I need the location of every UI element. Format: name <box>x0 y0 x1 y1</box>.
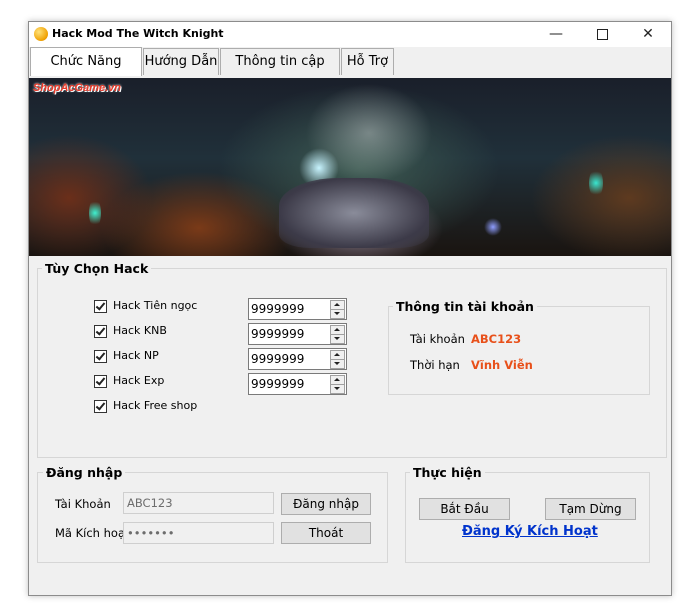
hack-options-title: Tùy Chọn Hack <box>42 261 152 276</box>
exp-spinner[interactable]: 9999999 <box>248 373 347 395</box>
window-title: Hack Mod The Witch Knight <box>52 27 224 40</box>
minimize-button[interactable]: — <box>533 22 579 47</box>
checkbox-hack-np[interactable] <box>94 350 107 363</box>
banner-glow <box>484 218 502 236</box>
app-window: Hack Mod The Witch Knight — ✕ Chức Năng … <box>28 21 672 596</box>
checkbox-label: Hack NP <box>113 349 159 362</box>
spinner-down-icon[interactable] <box>330 384 345 394</box>
banner-machine <box>279 178 429 248</box>
close-button[interactable]: ✕ <box>625 22 671 47</box>
activation-code-field[interactable]: ••••••• <box>123 522 274 544</box>
spinner-value: 9999999 <box>251 377 305 391</box>
checkbox-label: Hack Tiên ngọc <box>113 299 198 312</box>
spinner-value: 9999999 <box>251 302 305 316</box>
tab-bar: Chức Năng Chính Hướng Dẫn Thông tin cập … <box>29 47 671 97</box>
checkbox-hack-free-shop[interactable] <box>94 400 107 413</box>
tab-update-info[interactable]: Thông tin cập nhật <box>220 48 340 95</box>
banner-logo: ShopAcGame.vn <box>33 82 122 94</box>
account-info-group <box>388 306 650 395</box>
app-icon <box>34 27 48 41</box>
tien-ngoc-spinner[interactable]: 9999999 <box>248 298 347 320</box>
pause-button[interactable]: Tạm Dừng <box>545 498 636 520</box>
game-banner: ShopAcGame.vn <box>29 78 671 256</box>
spinner-value: 9999999 <box>251 327 305 341</box>
checkbox-label: Hack Exp <box>113 374 165 387</box>
spinner-down-icon[interactable] <box>330 359 345 369</box>
maximize-icon <box>596 28 608 40</box>
exit-button[interactable]: Thoát <box>281 522 371 544</box>
banner-glow <box>89 198 101 228</box>
login-button[interactable]: Đăng nhập <box>281 493 371 515</box>
tab-main-functions[interactable]: Chức Năng Chính <box>30 47 142 97</box>
knb-spinner[interactable]: 9999999 <box>248 323 347 345</box>
login-account-field[interactable]: ABC123 <box>123 492 274 514</box>
maximize-button[interactable] <box>579 22 625 47</box>
np-spinner[interactable]: 9999999 <box>248 348 347 370</box>
tab-guide[interactable]: Hướng Dẫn <box>143 48 219 75</box>
title-bar[interactable]: Hack Mod The Witch Knight — ✕ <box>29 22 671 47</box>
actions-title: Thực hiện <box>410 465 485 480</box>
checkbox-label: Hack KNB <box>113 324 167 337</box>
spinner-down-icon[interactable] <box>330 309 345 319</box>
account-info-title: Thông tin tài khoản <box>393 299 537 314</box>
login-group <box>37 472 388 563</box>
activation-code-label: Mã Kích hoạt <box>55 526 130 540</box>
spinner-down-icon[interactable] <box>330 334 345 344</box>
checkbox-hack-tien-ngoc[interactable] <box>94 300 107 313</box>
duration-value: Vĩnh Viễn <box>471 358 533 372</box>
checkbox-hack-knb[interactable] <box>94 325 107 338</box>
checkbox-label: Hack Free shop <box>113 399 198 412</box>
login-account-label: Tài Khoản <box>55 497 111 511</box>
start-button[interactable]: Bắt Đầu <box>419 498 510 520</box>
register-activation-link[interactable]: Đăng Ký Kích Hoạt <box>462 524 598 539</box>
spinner-value: 9999999 <box>251 352 305 366</box>
account-label: Tài khoản <box>410 332 465 346</box>
login-title: Đăng nhập <box>43 465 126 480</box>
tab-support[interactable]: Hỗ Trợ <box>341 48 394 75</box>
banner-glow <box>589 168 603 198</box>
account-value: ABC123 <box>471 332 522 346</box>
checkbox-hack-exp[interactable] <box>94 375 107 388</box>
duration-label: Thời hạn <box>410 358 460 372</box>
